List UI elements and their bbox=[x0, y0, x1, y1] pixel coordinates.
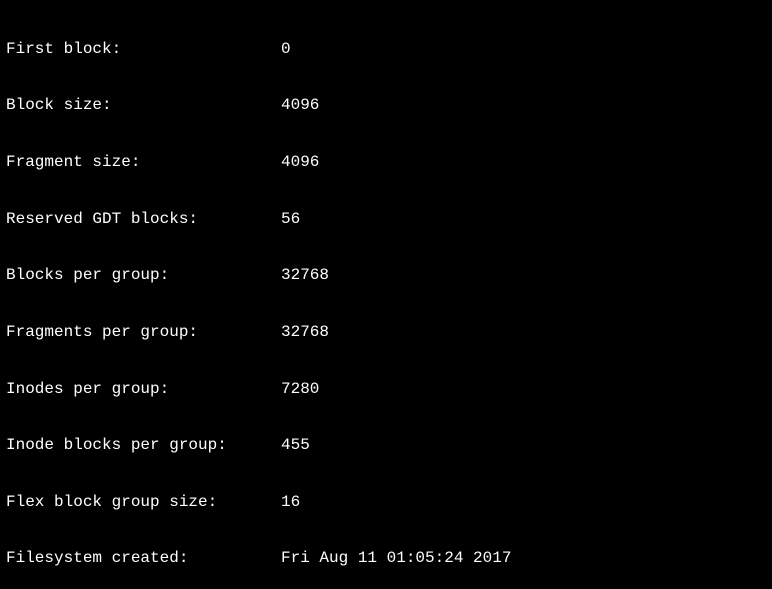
fs-value: 32768 bbox=[281, 266, 766, 285]
fs-value: 7280 bbox=[281, 380, 766, 399]
fs-row-inodes-per-group: Inodes per group:7280 bbox=[6, 380, 766, 399]
fs-label: Fragment size: bbox=[6, 153, 281, 172]
fs-label: Blocks per group: bbox=[6, 266, 281, 285]
fs-row-fragment-size: Fragment size:4096 bbox=[6, 153, 766, 172]
fs-row-blocks-per-group: Blocks per group:32768 bbox=[6, 266, 766, 285]
fs-label: Inode blocks per group: bbox=[6, 436, 281, 455]
fs-value: Fri Aug 11 01:05:24 2017 bbox=[281, 549, 766, 568]
fs-row-reserved-gdt-blocks: Reserved GDT blocks:56 bbox=[6, 210, 766, 229]
fs-row-filesystem-created: Filesystem created:Fri Aug 11 01:05:24 2… bbox=[6, 549, 766, 568]
fs-row-block-size: Block size:4096 bbox=[6, 96, 766, 115]
terminal-output: First block:0 Block size:4096 Fragment s… bbox=[0, 0, 772, 589]
fs-value: 455 bbox=[281, 436, 766, 455]
fs-value: 56 bbox=[281, 210, 766, 229]
fs-value: 4096 bbox=[281, 153, 766, 172]
fs-label: Flex block group size: bbox=[6, 493, 281, 512]
fs-label: Filesystem created: bbox=[6, 549, 281, 568]
fs-value: 4096 bbox=[281, 96, 766, 115]
fs-label: Fragments per group: bbox=[6, 323, 281, 342]
fs-row-fragments-per-group: Fragments per group:32768 bbox=[6, 323, 766, 342]
fs-label: Inodes per group: bbox=[6, 380, 281, 399]
fs-row-inode-blocks-per-group: Inode blocks per group:455 bbox=[6, 436, 766, 455]
fs-label: First block: bbox=[6, 40, 281, 59]
fs-value: 32768 bbox=[281, 323, 766, 342]
fs-row-first-block: First block:0 bbox=[6, 40, 766, 59]
fs-label: Reserved GDT blocks: bbox=[6, 210, 281, 229]
fs-row-flex-block-group-size: Flex block group size:16 bbox=[6, 493, 766, 512]
fs-label: Block size: bbox=[6, 96, 281, 115]
fs-value: 0 bbox=[281, 40, 766, 59]
fs-value: 16 bbox=[281, 493, 766, 512]
